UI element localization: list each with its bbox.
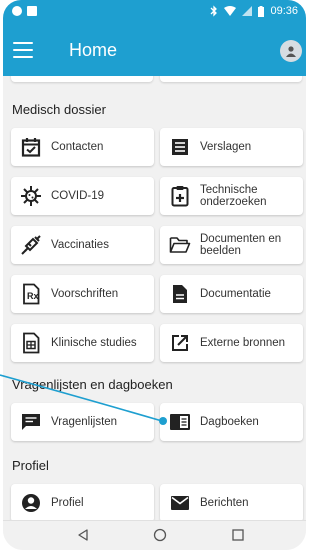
list-icon: [160, 138, 200, 156]
card-documenten-en-beelden[interactable]: Documenten en beelden: [160, 226, 303, 264]
bluetooth-icon: [211, 5, 218, 17]
battery-icon: [258, 5, 265, 17]
card-label: COVID-19: [51, 190, 105, 202]
card-label: Vaccinaties: [51, 239, 109, 251]
home-content: Medisch dossier Contacten Verslagen COVI…: [3, 76, 306, 520]
system-nav-bar: [3, 520, 306, 550]
calendar-check-icon: [11, 137, 51, 157]
partial-card[interactable]: [11, 76, 153, 82]
phone-screen: 09:36 Home Medisch dossier Contacten Ver…: [3, 0, 306, 550]
card-label: Verslagen: [200, 141, 252, 153]
card-berichten[interactable]: Berichten: [160, 484, 303, 520]
gallery-notification-icon: [27, 6, 37, 16]
notification-dot-icon: [12, 6, 22, 16]
card-label: Technische onderzoeken: [200, 184, 267, 208]
menu-icon[interactable]: [13, 42, 33, 60]
card-externe-bronnen[interactable]: Externe bronnen: [160, 324, 303, 362]
status-left-icons: [12, 6, 37, 16]
file-text-icon: [160, 284, 200, 304]
page-title: Home: [69, 40, 118, 60]
status-time: 09:36: [270, 5, 298, 17]
card-label: Berichten: [200, 497, 249, 509]
card-label: Dagboeken: [200, 416, 259, 428]
partial-card-row: [11, 76, 302, 82]
home-icon[interactable]: [153, 528, 167, 542]
syringe-icon: [11, 234, 51, 256]
wifi-icon: [224, 6, 237, 16]
partial-card[interactable]: [160, 76, 302, 82]
card-label: Documenten en beelden: [200, 233, 282, 257]
card-dagboeken[interactable]: Dagboeken: [160, 403, 303, 441]
card-label: Documentatie: [200, 288, 271, 300]
card-label: Voorschriften: [51, 288, 119, 300]
card-profiel[interactable]: Profiel: [11, 484, 154, 520]
section-title-profiel: Profiel: [12, 458, 49, 473]
account-icon[interactable]: [280, 40, 302, 62]
status-bar: 09:36: [3, 0, 306, 26]
card-label: Vragenlijsten: [51, 416, 118, 428]
prescription-icon: Rx: [11, 283, 51, 305]
virus-icon: [11, 185, 51, 207]
card-technische-onderzoeken[interactable]: Technische onderzoeken: [160, 177, 303, 215]
folder-icon: [160, 236, 200, 254]
recents-icon[interactable]: [231, 528, 245, 542]
card-vragenlijsten[interactable]: Vragenlijsten: [11, 403, 154, 441]
card-label: Externe bronnen: [200, 337, 286, 349]
card-contacten[interactable]: Contacten: [11, 128, 154, 166]
card-verslagen[interactable]: Verslagen: [160, 128, 303, 166]
card-label: Klinische studies: [51, 337, 137, 349]
card-label: Contacten: [51, 141, 104, 153]
card-documentatie[interactable]: Documentatie: [160, 275, 303, 313]
section-title-vragenlijsten: Vragenlijsten en dagboeken: [12, 377, 173, 392]
clipboard-plus-icon: [160, 185, 200, 207]
svg-text:Rx: Rx: [27, 291, 39, 301]
card-label: Profiel: [51, 497, 84, 509]
file-table-icon: [11, 332, 51, 354]
diary-icon: [160, 413, 200, 431]
card-klinische-studies[interactable]: Klinische studies: [11, 324, 154, 362]
signal-icon: [242, 6, 253, 16]
person-circle-icon: [11, 493, 51, 513]
card-voorschriften[interactable]: Rx Voorschriften: [11, 275, 154, 313]
status-right-icons: 09:36: [210, 5, 298, 17]
card-covid[interactable]: COVID-19: [11, 177, 154, 215]
app-bar: Home: [3, 26, 306, 76]
card-vaccinaties[interactable]: Vaccinaties: [11, 226, 154, 264]
section-title-medisch: Medisch dossier: [12, 102, 106, 117]
back-icon[interactable]: [76, 528, 90, 542]
chat-icon: [11, 413, 51, 431]
external-link-icon: [160, 334, 200, 352]
mail-icon: [160, 495, 200, 511]
